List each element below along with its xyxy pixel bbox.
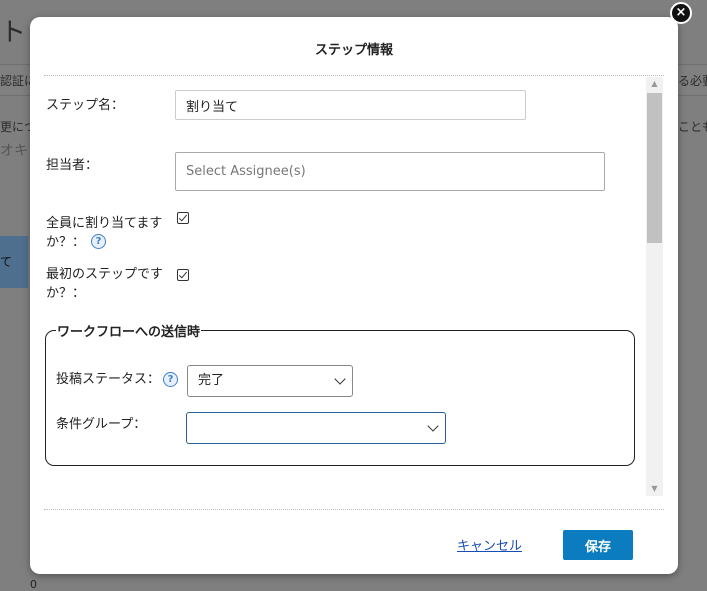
condition-group-select[interactable] — [186, 412, 446, 444]
first-step-label: 最初のステップです か？： — [46, 267, 164, 301]
chevron-down-icon — [334, 373, 346, 385]
content-scrollbar[interactable]: ▲ ▼ — [646, 77, 663, 496]
background-text: る必要 — [678, 74, 707, 88]
background-text: ことも — [678, 120, 707, 134]
assignee-input[interactable] — [175, 152, 605, 191]
scrollbar-thumb[interactable] — [647, 93, 662, 243]
assign-all-label: 全員に割り当てます か？： — [46, 216, 163, 250]
background-page-title: ト — [0, 18, 27, 48]
step-info-dialog: ステップ情報 ステップ名： 担当者： 全員に割り当てます か？： ? 最初のステ… — [30, 17, 678, 574]
assignee-label: 担当者： — [46, 158, 99, 173]
scroll-down-icon[interactable]: ▼ — [646, 482, 663, 496]
page-backdrop: ト 認証に る必要 更につ ことも オキ て 0 ステップ情報 ステップ名： 担… — [0, 0, 707, 591]
background-text: オキ — [0, 143, 28, 159]
step-name-label: ステップ名： — [46, 98, 125, 113]
close-icon[interactable]: × — [670, 2, 692, 24]
post-status-value: 完了 — [198, 373, 225, 388]
dialog-title: ステップ情報 — [314, 43, 393, 58]
post-status-select[interactable]: 完了 — [187, 365, 353, 397]
footer-divider — [44, 509, 664, 510]
workflow-group-legend: ワークフローへの送信時 — [57, 325, 201, 340]
help-icon[interactable]: ? — [163, 372, 178, 387]
post-status-label: 投稿ステータス： — [56, 372, 161, 387]
cancel-link[interactable]: キャンセル — [457, 535, 522, 554]
chevron-down-icon — [427, 420, 439, 432]
background-button: て — [0, 236, 28, 288]
help-icon[interactable]: ? — [91, 234, 106, 249]
condition-group-label: 条件グループ： — [56, 417, 147, 432]
first-step-checkbox[interactable] — [177, 269, 189, 281]
save-button[interactable]: 保存 — [563, 530, 633, 560]
background-number: 0 — [30, 578, 37, 591]
step-name-input[interactable] — [175, 90, 526, 120]
header-divider — [44, 75, 664, 76]
scroll-up-icon[interactable]: ▲ — [646, 77, 663, 91]
dialog-content: ステップ名： 担当者： 全員に割り当てます か？： ? 最初のステップです か？… — [30, 77, 646, 497]
assign-all-checkbox[interactable] — [177, 212, 189, 224]
